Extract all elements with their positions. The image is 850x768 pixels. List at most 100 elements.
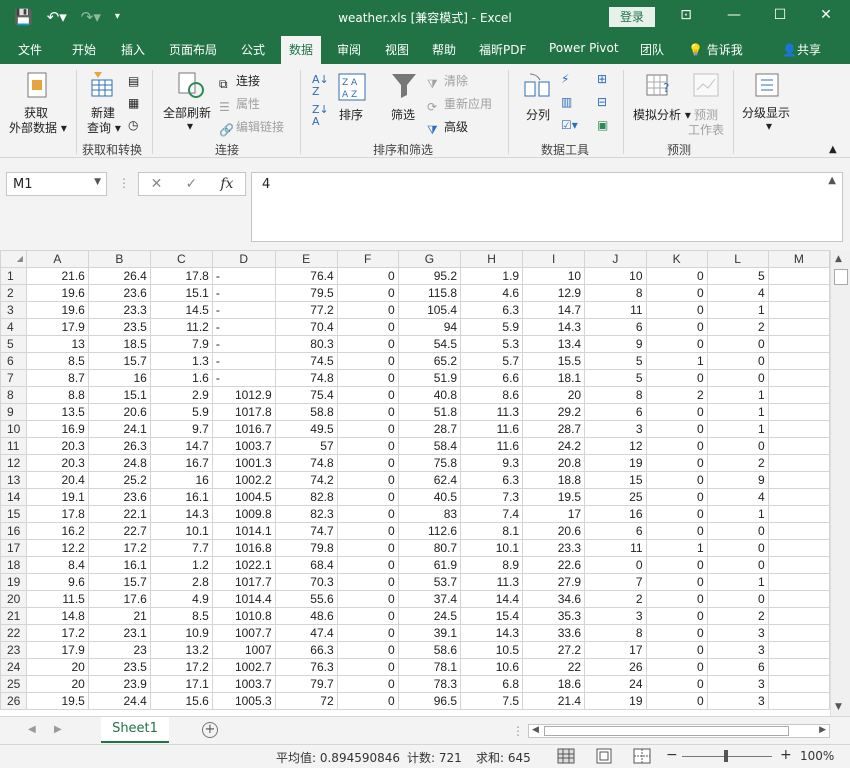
- cell[interactable]: 61.9: [397, 556, 462, 574]
- cell[interactable]: 6.3: [460, 301, 524, 319]
- cell[interactable]: 48.6: [274, 607, 338, 625]
- cell[interactable]: 105.4: [397, 301, 462, 319]
- cell[interactable]: 21.6: [25, 267, 89, 285]
- cell[interactable]: 8: [584, 386, 647, 404]
- cell[interactable]: 0: [645, 267, 708, 285]
- cell[interactable]: 82.3: [274, 505, 338, 523]
- cell[interactable]: 72: [274, 692, 338, 710]
- cell[interactable]: 0: [336, 624, 399, 642]
- cell[interactable]: 22: [522, 658, 586, 676]
- cell[interactable]: 10.1: [149, 522, 213, 540]
- cell[interactable]: 1.3: [149, 352, 213, 370]
- tab-help[interactable]: 帮助: [432, 41, 456, 58]
- cell[interactable]: 22.7: [87, 522, 151, 540]
- cell[interactable]: 19: [584, 454, 647, 472]
- name-box[interactable]: M1 ▼: [6, 172, 107, 196]
- cell[interactable]: 51.9: [397, 369, 462, 387]
- cell[interactable]: 9.7: [149, 420, 213, 438]
- cell[interactable]: 74.5: [274, 352, 338, 370]
- cell[interactable]: 19.5: [25, 692, 89, 710]
- tab-share[interactable]: 👤共享: [782, 41, 821, 58]
- cell[interactable]: 0: [336, 386, 399, 404]
- cell[interactable]: 14.7: [149, 437, 213, 455]
- cell[interactable]: 0: [706, 352, 769, 370]
- cell[interactable]: 0: [706, 369, 769, 387]
- cell[interactable]: 0: [336, 522, 399, 540]
- cell[interactable]: 74.7: [274, 522, 338, 540]
- cell[interactable]: 19.1: [25, 488, 89, 506]
- cell[interactable]: [767, 607, 830, 625]
- cell[interactable]: 74.8: [274, 454, 338, 472]
- cell[interactable]: 8.7: [25, 369, 89, 387]
- row-header[interactable]: 15: [0, 505, 27, 523]
- cell[interactable]: 3: [706, 624, 769, 642]
- cell[interactable]: 0: [645, 641, 708, 659]
- cell[interactable]: 62.4: [397, 471, 462, 489]
- cell[interactable]: 58.8: [274, 403, 338, 421]
- horizontal-scrollbar[interactable]: ◀ ▶: [528, 724, 830, 738]
- cell[interactable]: 23.5: [87, 318, 151, 336]
- column-header-f[interactable]: F: [336, 250, 399, 268]
- cell[interactable]: [767, 301, 830, 319]
- cell[interactable]: 15.1: [149, 284, 213, 302]
- cell[interactable]: 0: [336, 505, 399, 523]
- row-header[interactable]: 1: [0, 267, 27, 285]
- cell[interactable]: 0: [645, 301, 708, 319]
- cell[interactable]: 78.3: [397, 675, 462, 693]
- cell[interactable]: 16.9: [25, 420, 89, 438]
- cell[interactable]: 11: [584, 539, 647, 557]
- cell[interactable]: 10.5: [460, 641, 524, 659]
- cell[interactable]: 1016.7: [211, 420, 276, 438]
- normal-view-icon[interactable]: [557, 748, 575, 764]
- cell[interactable]: 1: [706, 301, 769, 319]
- cell[interactable]: 15.6: [149, 692, 213, 710]
- cell[interactable]: 3: [584, 420, 647, 438]
- cell[interactable]: 3: [706, 692, 769, 710]
- cell[interactable]: 6: [584, 403, 647, 421]
- row-header[interactable]: 22: [0, 624, 27, 642]
- cell[interactable]: [767, 335, 830, 353]
- cell[interactable]: 0: [336, 675, 399, 693]
- cell[interactable]: 29.2: [522, 403, 586, 421]
- cell[interactable]: 70.3: [274, 573, 338, 591]
- sheet-tab-sheet1[interactable]: Sheet1: [101, 717, 169, 743]
- row-header[interactable]: 20: [0, 590, 27, 608]
- cell[interactable]: 7.3: [460, 488, 524, 506]
- cell[interactable]: 25: [584, 488, 647, 506]
- cell[interactable]: 5.9: [149, 403, 213, 421]
- cell[interactable]: [767, 403, 830, 421]
- cell[interactable]: [767, 590, 830, 608]
- cell[interactable]: 12: [584, 437, 647, 455]
- cell[interactable]: [767, 386, 830, 404]
- cell[interactable]: 1009.8: [211, 505, 276, 523]
- cell[interactable]: 83: [397, 505, 462, 523]
- cell[interactable]: 1007.7: [211, 624, 276, 642]
- cell[interactable]: 17.9: [25, 318, 89, 336]
- cell[interactable]: 11.6: [460, 420, 524, 438]
- cell[interactable]: 0: [336, 318, 399, 336]
- cell[interactable]: 74.8: [274, 369, 338, 387]
- cell[interactable]: 0: [336, 403, 399, 421]
- tab-foxit-pdf[interactable]: 福昕PDF: [479, 41, 526, 58]
- collapse-ribbon-icon[interactable]: ▲: [829, 144, 837, 155]
- cell[interactable]: 0: [336, 556, 399, 574]
- sort-ascending-icon[interactable]: A↓ Z: [312, 74, 329, 98]
- cell[interactable]: 2: [706, 607, 769, 625]
- cell[interactable]: 15.4: [460, 607, 524, 625]
- next-sheet-icon[interactable]: ▶: [54, 724, 62, 735]
- cell[interactable]: 9: [584, 335, 647, 353]
- cell[interactable]: 1: [706, 573, 769, 591]
- cell[interactable]: 24.4: [87, 692, 151, 710]
- cell[interactable]: 1017.8: [211, 403, 276, 421]
- cell[interactable]: 16.1: [149, 488, 213, 506]
- maximize-icon[interactable]: ☐: [770, 7, 790, 23]
- cell[interactable]: 17: [584, 641, 647, 659]
- tab-power-pivot[interactable]: Power Pivot: [549, 41, 619, 55]
- cell[interactable]: 6: [706, 658, 769, 676]
- cell-grid[interactable]: ◢ ABCDEFGHIJKLM 1 21.6 26.4 17.8-76.4 0 95.2 1…: [0, 250, 830, 710]
- cell[interactable]: 80.7: [397, 539, 462, 557]
- scroll-down-icon[interactable]: ▼: [835, 702, 842, 712]
- cell[interactable]: 58.6: [397, 641, 462, 659]
- cell[interactable]: 1002.2: [211, 471, 276, 489]
- page-break-view-icon[interactable]: [633, 748, 651, 764]
